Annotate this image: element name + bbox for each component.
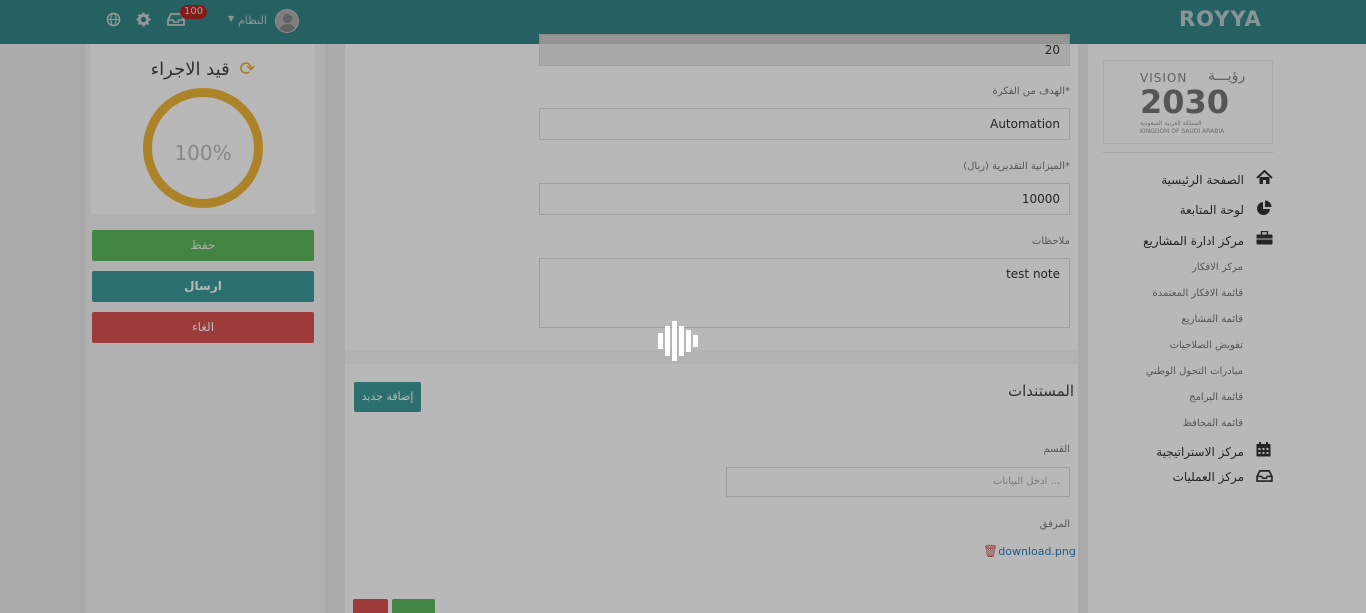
loading-overlay bbox=[0, 0, 1366, 613]
loading-overlay-header bbox=[0, 0, 1366, 44]
loading-spinner-icon bbox=[658, 321, 698, 361]
